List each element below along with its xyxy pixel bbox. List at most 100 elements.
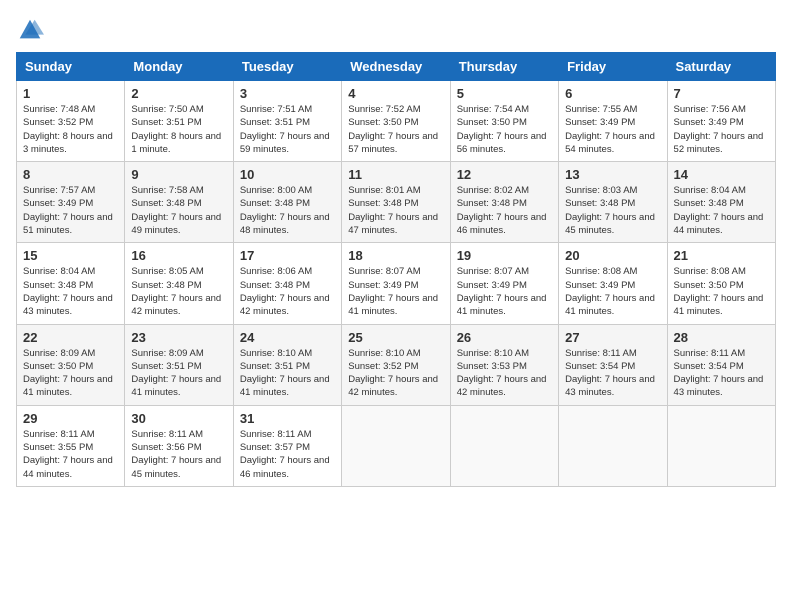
day-info: Sunrise: 7:51 AM Sunset: 3:51 PM Dayligh… (240, 103, 335, 156)
calendar-cell: 8 Sunrise: 7:57 AM Sunset: 3:49 PM Dayli… (17, 162, 125, 243)
calendar-week-3: 15 Sunrise: 8:04 AM Sunset: 3:48 PM Dayl… (17, 243, 776, 324)
calendar-cell (342, 405, 450, 486)
day-info: Sunrise: 8:05 AM Sunset: 3:48 PM Dayligh… (131, 265, 226, 318)
calendar-cell (559, 405, 667, 486)
day-number: 16 (131, 248, 226, 263)
day-number: 15 (23, 248, 118, 263)
calendar-cell: 13 Sunrise: 8:03 AM Sunset: 3:48 PM Dayl… (559, 162, 667, 243)
calendar-cell: 20 Sunrise: 8:08 AM Sunset: 3:49 PM Dayl… (559, 243, 667, 324)
weekday-header-sunday: Sunday (17, 53, 125, 81)
calendar-cell: 19 Sunrise: 8:07 AM Sunset: 3:49 PM Dayl… (450, 243, 558, 324)
calendar-cell: 4 Sunrise: 7:52 AM Sunset: 3:50 PM Dayli… (342, 81, 450, 162)
day-info: Sunrise: 8:11 AM Sunset: 3:55 PM Dayligh… (23, 428, 118, 481)
calendar-cell: 12 Sunrise: 8:02 AM Sunset: 3:48 PM Dayl… (450, 162, 558, 243)
calendar-cell: 3 Sunrise: 7:51 AM Sunset: 3:51 PM Dayli… (233, 81, 341, 162)
day-number: 24 (240, 330, 335, 345)
calendar-cell: 27 Sunrise: 8:11 AM Sunset: 3:54 PM Dayl… (559, 324, 667, 405)
day-info: Sunrise: 8:04 AM Sunset: 3:48 PM Dayligh… (674, 184, 769, 237)
day-number: 7 (674, 86, 769, 101)
calendar-cell: 30 Sunrise: 8:11 AM Sunset: 3:56 PM Dayl… (125, 405, 233, 486)
calendar-week-5: 29 Sunrise: 8:11 AM Sunset: 3:55 PM Dayl… (17, 405, 776, 486)
day-number: 10 (240, 167, 335, 182)
day-info: Sunrise: 8:09 AM Sunset: 3:51 PM Dayligh… (131, 347, 226, 400)
day-number: 26 (457, 330, 552, 345)
day-number: 9 (131, 167, 226, 182)
calendar-cell: 16 Sunrise: 8:05 AM Sunset: 3:48 PM Dayl… (125, 243, 233, 324)
day-info: Sunrise: 7:56 AM Sunset: 3:49 PM Dayligh… (674, 103, 769, 156)
page-header (16, 16, 776, 44)
day-number: 29 (23, 411, 118, 426)
day-number: 13 (565, 167, 660, 182)
calendar-cell: 23 Sunrise: 8:09 AM Sunset: 3:51 PM Dayl… (125, 324, 233, 405)
day-info: Sunrise: 8:03 AM Sunset: 3:48 PM Dayligh… (565, 184, 660, 237)
day-number: 18 (348, 248, 443, 263)
calendar-cell: 21 Sunrise: 8:08 AM Sunset: 3:50 PM Dayl… (667, 243, 775, 324)
day-number: 11 (348, 167, 443, 182)
day-info: Sunrise: 7:57 AM Sunset: 3:49 PM Dayligh… (23, 184, 118, 237)
calendar-week-4: 22 Sunrise: 8:09 AM Sunset: 3:50 PM Dayl… (17, 324, 776, 405)
weekday-header-monday: Monday (125, 53, 233, 81)
day-number: 25 (348, 330, 443, 345)
calendar-cell: 7 Sunrise: 7:56 AM Sunset: 3:49 PM Dayli… (667, 81, 775, 162)
day-number: 23 (131, 330, 226, 345)
day-info: Sunrise: 8:04 AM Sunset: 3:48 PM Dayligh… (23, 265, 118, 318)
day-info: Sunrise: 8:06 AM Sunset: 3:48 PM Dayligh… (240, 265, 335, 318)
calendar-week-1: 1 Sunrise: 7:48 AM Sunset: 3:52 PM Dayli… (17, 81, 776, 162)
weekday-header-saturday: Saturday (667, 53, 775, 81)
day-number: 5 (457, 86, 552, 101)
day-info: Sunrise: 8:11 AM Sunset: 3:54 PM Dayligh… (674, 347, 769, 400)
day-info: Sunrise: 7:50 AM Sunset: 3:51 PM Dayligh… (131, 103, 226, 156)
day-info: Sunrise: 8:10 AM Sunset: 3:52 PM Dayligh… (348, 347, 443, 400)
day-number: 31 (240, 411, 335, 426)
calendar-cell: 11 Sunrise: 8:01 AM Sunset: 3:48 PM Dayl… (342, 162, 450, 243)
day-number: 21 (674, 248, 769, 263)
day-number: 8 (23, 167, 118, 182)
logo (16, 16, 46, 44)
day-number: 6 (565, 86, 660, 101)
calendar-week-2: 8 Sunrise: 7:57 AM Sunset: 3:49 PM Dayli… (17, 162, 776, 243)
day-info: Sunrise: 7:48 AM Sunset: 3:52 PM Dayligh… (23, 103, 118, 156)
calendar-cell: 26 Sunrise: 8:10 AM Sunset: 3:53 PM Dayl… (450, 324, 558, 405)
calendar-cell (667, 405, 775, 486)
weekday-header-friday: Friday (559, 53, 667, 81)
day-number: 19 (457, 248, 552, 263)
calendar-cell: 6 Sunrise: 7:55 AM Sunset: 3:49 PM Dayli… (559, 81, 667, 162)
day-info: Sunrise: 8:07 AM Sunset: 3:49 PM Dayligh… (457, 265, 552, 318)
day-number: 30 (131, 411, 226, 426)
day-number: 4 (348, 86, 443, 101)
calendar-cell: 29 Sunrise: 8:11 AM Sunset: 3:55 PM Dayl… (17, 405, 125, 486)
day-info: Sunrise: 8:11 AM Sunset: 3:57 PM Dayligh… (240, 428, 335, 481)
day-info: Sunrise: 8:00 AM Sunset: 3:48 PM Dayligh… (240, 184, 335, 237)
day-number: 2 (131, 86, 226, 101)
calendar-cell: 24 Sunrise: 8:10 AM Sunset: 3:51 PM Dayl… (233, 324, 341, 405)
calendar-cell: 2 Sunrise: 7:50 AM Sunset: 3:51 PM Dayli… (125, 81, 233, 162)
calendar-cell: 10 Sunrise: 8:00 AM Sunset: 3:48 PM Dayl… (233, 162, 341, 243)
calendar-cell (450, 405, 558, 486)
day-info: Sunrise: 8:08 AM Sunset: 3:50 PM Dayligh… (674, 265, 769, 318)
day-number: 27 (565, 330, 660, 345)
day-number: 3 (240, 86, 335, 101)
day-number: 1 (23, 86, 118, 101)
day-info: Sunrise: 8:01 AM Sunset: 3:48 PM Dayligh… (348, 184, 443, 237)
calendar-header-row: SundayMondayTuesdayWednesdayThursdayFrid… (17, 53, 776, 81)
calendar-cell: 5 Sunrise: 7:54 AM Sunset: 3:50 PM Dayli… (450, 81, 558, 162)
calendar-cell: 1 Sunrise: 7:48 AM Sunset: 3:52 PM Dayli… (17, 81, 125, 162)
day-info: Sunrise: 8:07 AM Sunset: 3:49 PM Dayligh… (348, 265, 443, 318)
day-info: Sunrise: 8:02 AM Sunset: 3:48 PM Dayligh… (457, 184, 552, 237)
calendar-cell: 9 Sunrise: 7:58 AM Sunset: 3:48 PM Dayli… (125, 162, 233, 243)
calendar-cell: 28 Sunrise: 8:11 AM Sunset: 3:54 PM Dayl… (667, 324, 775, 405)
day-info: Sunrise: 7:55 AM Sunset: 3:49 PM Dayligh… (565, 103, 660, 156)
weekday-header-thursday: Thursday (450, 53, 558, 81)
day-info: Sunrise: 8:10 AM Sunset: 3:51 PM Dayligh… (240, 347, 335, 400)
day-info: Sunrise: 8:09 AM Sunset: 3:50 PM Dayligh… (23, 347, 118, 400)
calendar-table: SundayMondayTuesdayWednesdayThursdayFrid… (16, 52, 776, 487)
calendar-cell: 25 Sunrise: 8:10 AM Sunset: 3:52 PM Dayl… (342, 324, 450, 405)
weekday-header-tuesday: Tuesday (233, 53, 341, 81)
calendar-cell: 17 Sunrise: 8:06 AM Sunset: 3:48 PM Dayl… (233, 243, 341, 324)
day-number: 17 (240, 248, 335, 263)
logo-icon (16, 16, 44, 44)
day-info: Sunrise: 8:11 AM Sunset: 3:56 PM Dayligh… (131, 428, 226, 481)
day-info: Sunrise: 7:54 AM Sunset: 3:50 PM Dayligh… (457, 103, 552, 156)
day-number: 12 (457, 167, 552, 182)
day-number: 28 (674, 330, 769, 345)
